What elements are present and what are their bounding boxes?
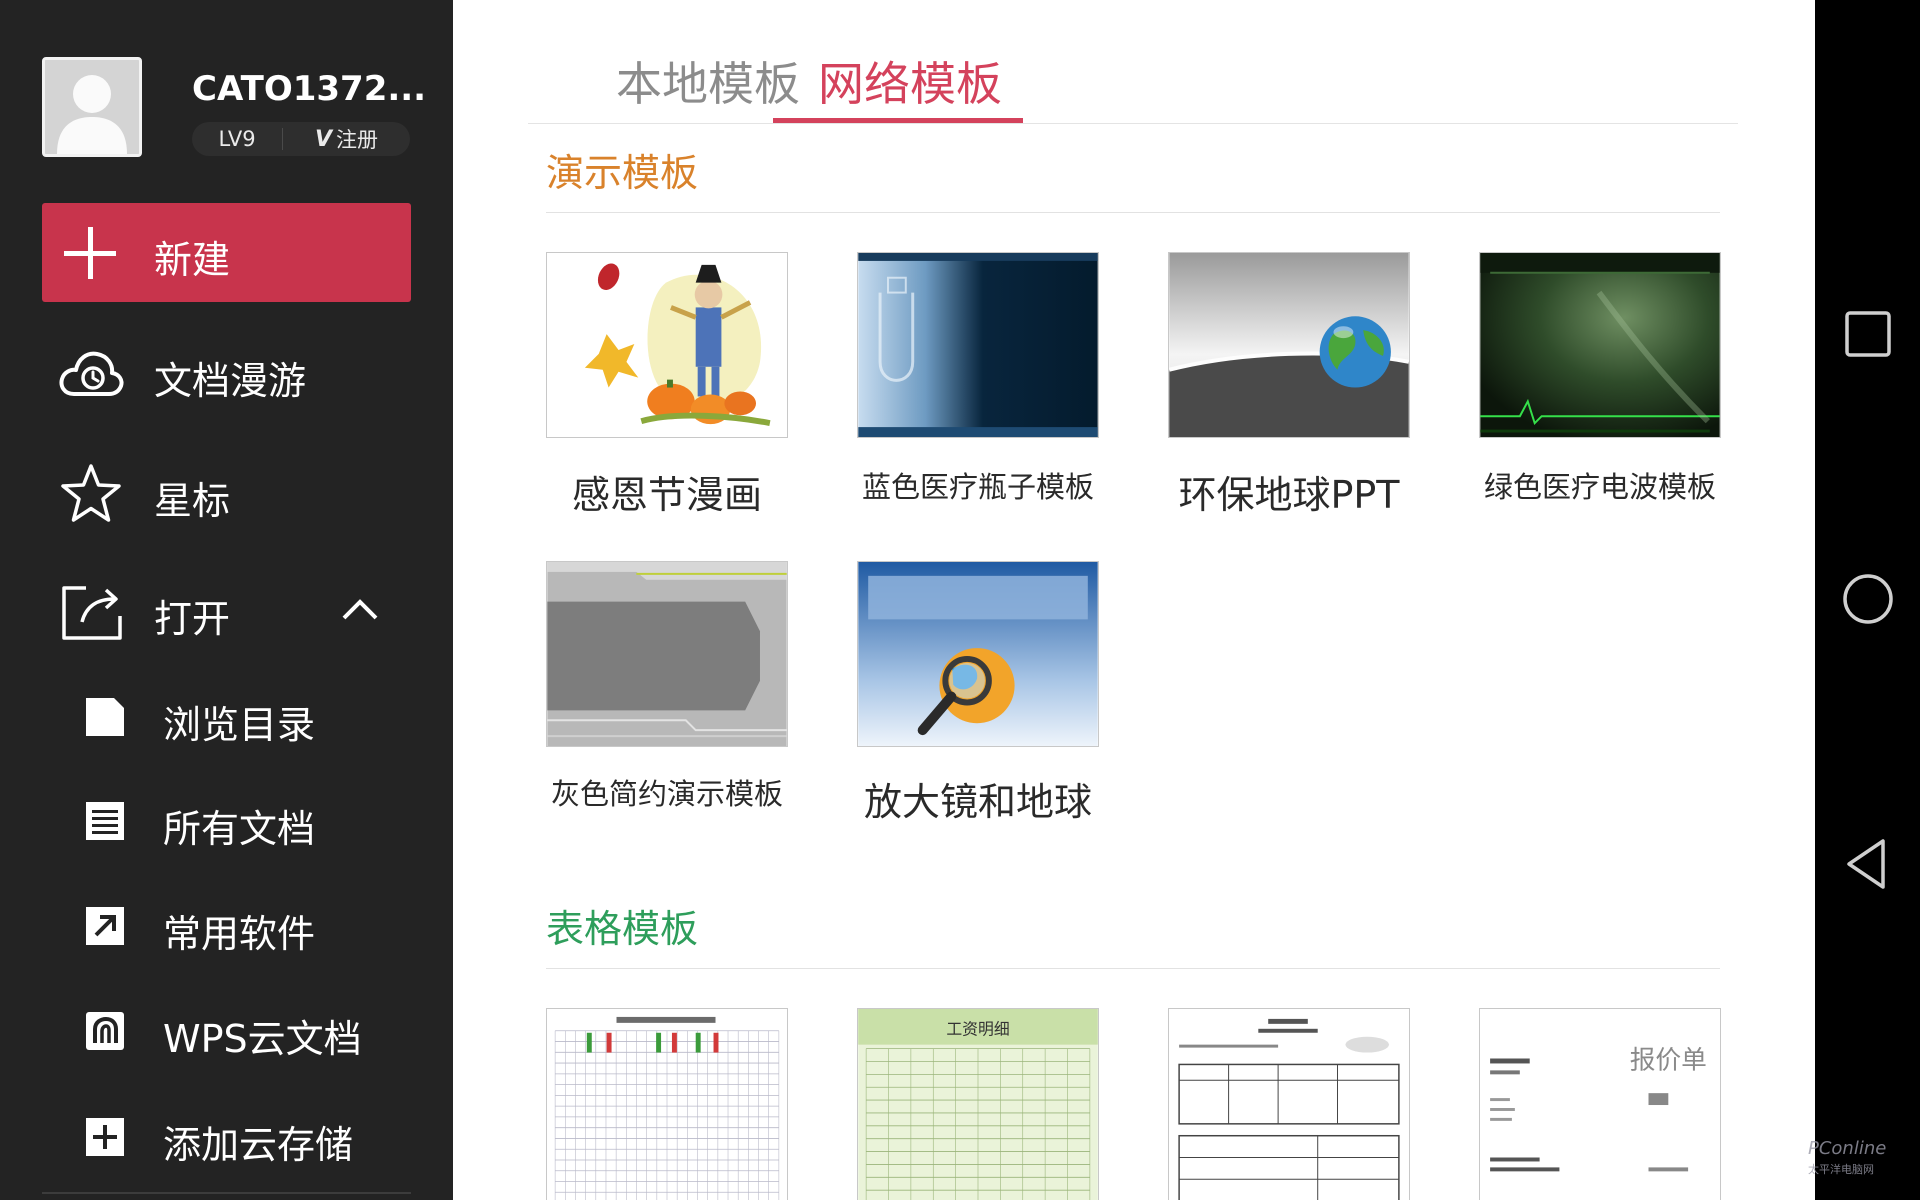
sidebar: CATO1372... LV9 V 注册 新建 文档漫游 星标 打开 浏览目录 …: [0, 0, 453, 1200]
template-gallery: 本地模板 网络模板 演示模板 感恩节漫画 蓝色医疗瓶子模板 环保地球PPT 绿色…: [453, 0, 1815, 1200]
template-thumbnail: [857, 252, 1099, 438]
user-badges: LV9 V 注册: [192, 122, 410, 156]
magnifier-globe-image: [858, 562, 1098, 746]
back-icon[interactable]: [1839, 835, 1897, 893]
payroll-sheet-image: 工资明细: [858, 1009, 1098, 1200]
chevron-up-icon[interactable]: [340, 594, 380, 624]
sidebar-item-label: 文档漫游: [154, 359, 307, 403]
template-thumbnail: [1168, 252, 1410, 438]
template-label: 放大镜和地球: [863, 780, 1092, 824]
cloud-icon: [59, 351, 124, 396]
attendance-sheet-image: [547, 1009, 787, 1200]
new-button[interactable]: 新建: [42, 203, 411, 302]
register-label: 注册: [336, 128, 379, 152]
thanksgiving-cartoon-image: [547, 253, 787, 437]
system-navigation-bar: [1815, 0, 1920, 1200]
document-list-icon: [86, 802, 124, 840]
template-label: 环保地球PPT: [1178, 473, 1400, 517]
open-folder-icon: [62, 586, 122, 640]
sidebar-subitem-browse[interactable]: 浏览目录: [0, 672, 453, 762]
wps-cloud-icon: [86, 1012, 124, 1050]
level-badge: LV9: [218, 127, 256, 151]
template-label: 绿色医疗电波模板: [1483, 470, 1716, 504]
template-thumbnail: 工资明细: [857, 1008, 1099, 1200]
sidebar-divider: [42, 1192, 411, 1194]
tab-bar: 本地模板 网络模板: [528, 0, 1738, 124]
section-title-presentation: 演示模板: [546, 151, 699, 195]
sidebar-item-label: 打开: [154, 597, 231, 641]
sidebar-subitem-add-cloud[interactable]: 添加云存储: [0, 1092, 453, 1182]
plus-icon: [64, 227, 116, 279]
sidebar-item-roaming[interactable]: 文档漫游: [0, 328, 453, 418]
recent-apps-icon[interactable]: [1839, 305, 1897, 363]
home-icon[interactable]: [1839, 570, 1897, 628]
template-label: 灰色简约演示模板: [550, 777, 783, 811]
gray-simple-image: [547, 562, 787, 746]
active-tab-indicator: [773, 118, 1023, 123]
tab-local-templates[interactable]: 本地模板: [616, 48, 800, 114]
template-label: 感恩节漫画: [571, 473, 762, 517]
sidebar-subitem-all-docs[interactable]: 所有文档: [0, 776, 453, 866]
watermark-sub: 太平洋电脑网: [1808, 1163, 1874, 1176]
add-square-icon: [86, 1118, 124, 1156]
sidebar-subitem-common-apps[interactable]: 常用软件: [0, 881, 453, 971]
sidebar-item-label: 星标: [154, 479, 231, 523]
new-button-label: 新建: [154, 238, 231, 282]
username: CATO1372...: [192, 69, 427, 109]
sidebar-subitem-label: 所有文档: [163, 807, 316, 851]
green-medical-wave-image: [1480, 253, 1720, 437]
watermark: PConline 太平洋电脑网: [1808, 1138, 1918, 1188]
sidebar-subitem-label: 浏览目录: [163, 703, 316, 747]
sidebar-subitem-label: WPS云文档: [163, 1017, 362, 1061]
template-thumbnail: [1168, 1008, 1410, 1200]
watermark-brand: PConline: [1808, 1138, 1887, 1159]
avatar[interactable]: [42, 57, 142, 157]
user-profile[interactable]: CATO1372... LV9 V 注册: [42, 57, 426, 159]
default-avatar-icon: [45, 60, 139, 154]
template-thumbnail: [857, 561, 1099, 747]
sidebar-subitem-label: 常用软件: [163, 912, 316, 956]
template-thumbnail: [546, 252, 788, 438]
section-divider: [546, 212, 1720, 213]
quotation-title: 报价单: [1630, 1045, 1707, 1075]
eco-globe-image: [1169, 253, 1409, 437]
sidebar-item-starred[interactable]: 星标: [0, 448, 453, 538]
sidebar-item-open[interactable]: 打开: [0, 566, 453, 656]
template-thumbnail: [1479, 252, 1721, 438]
arrow-up-right-icon: [86, 907, 124, 945]
star-icon: [61, 464, 121, 522]
form-sheet-image: [1169, 1009, 1409, 1200]
template-label: 蓝色医疗瓶子模板: [861, 470, 1094, 504]
sidebar-subitem-wps-cloud[interactable]: WPS云文档: [0, 986, 453, 1076]
blue-medical-bottle-image: [858, 253, 1098, 437]
template-thumbnail: [546, 561, 788, 747]
section-title-spreadsheet: 表格模板: [546, 907, 699, 951]
register-link[interactable]: V 注册: [283, 124, 410, 154]
template-thumbnail: 报价单: [1479, 1008, 1721, 1200]
template-thumbnail: [546, 1008, 788, 1200]
v-icon: V: [314, 126, 333, 152]
sidebar-subitem-label: 添加云存储: [163, 1123, 354, 1167]
tab-online-templates[interactable]: 网络模板: [818, 48, 1002, 114]
payroll-title: 工资明细: [946, 1020, 1009, 1039]
file-icon: [86, 698, 124, 736]
section-divider: [546, 968, 1720, 969]
quotation-sheet-image: 报价单: [1480, 1009, 1720, 1200]
